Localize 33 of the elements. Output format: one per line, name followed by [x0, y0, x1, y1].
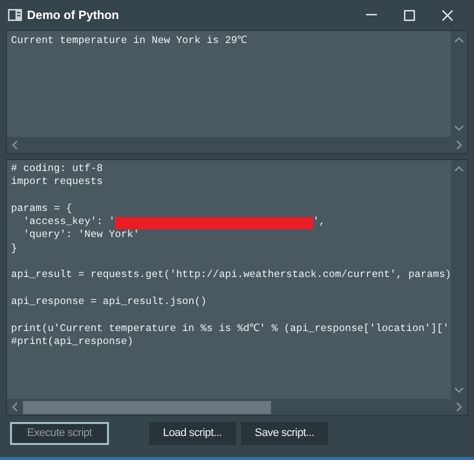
scroll-left-icon[interactable] — [11, 402, 19, 412]
output-line: Current temperature in New York is 29℃ — [11, 35, 248, 48]
window-icon — [8, 9, 22, 21]
code-line: #print(api_response) — [11, 336, 134, 350]
scroll-right-icon[interactable] — [455, 140, 463, 150]
code-line: } — [11, 242, 18, 256]
code-line: ', — [312, 216, 326, 230]
scroll-down-icon[interactable] — [454, 124, 464, 132]
scroll-up-icon[interactable] — [454, 165, 464, 173]
close-icon — [442, 10, 452, 20]
scroll-up-icon[interactable] — [454, 36, 464, 44]
window-title: Demo of Python — [27, 7, 119, 24]
horizontal-scrollbar[interactable] — [7, 399, 467, 415]
code-line: # coding: utf-8 — [11, 163, 103, 176]
code-line: api_response = api_result.json() — [11, 296, 207, 310]
minimize-icon — [366, 14, 376, 16]
maximize-icon — [404, 10, 414, 20]
script-button[interactable]: Load script... — [149, 422, 236, 445]
code-line: import requests — [11, 176, 103, 190]
scroll-right-icon[interactable] — [455, 402, 463, 412]
horizontal-scrollbar[interactable] — [7, 137, 467, 153]
code-line: api_result = requests.get('http://api.weatherstack.com/current', params) — [11, 269, 451, 283]
vertical-scrollbar[interactable] — [451, 160, 467, 399]
code-line: print(u'Current temperature in %s is %d℃' % (api_response['location'][' — [11, 322, 449, 336]
code-line: 'query': 'New York' — [22, 229, 140, 243]
vertical-scrollbar[interactable] — [451, 31, 467, 137]
scrollbar-thumb[interactable] — [23, 400, 272, 414]
code-line: params = { — [11, 202, 72, 216]
code-line: 'access_key': ' — [22, 216, 115, 230]
scroll-left-icon[interactable] — [11, 140, 19, 150]
script-editor[interactable] — [6, 159, 468, 416]
scroll-down-icon[interactable] — [454, 386, 464, 394]
script-button[interactable]: Save script... — [240, 422, 328, 445]
